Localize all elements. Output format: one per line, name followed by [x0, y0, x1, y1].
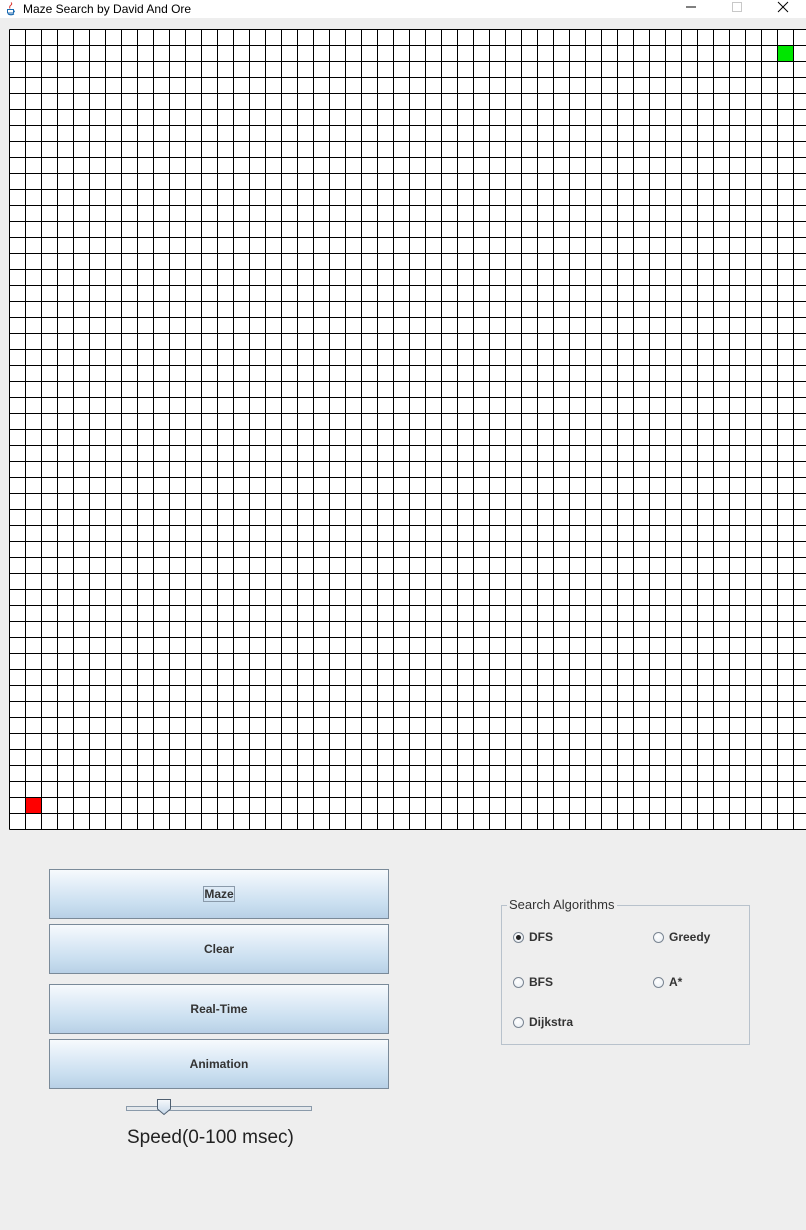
maze-grid[interactable] — [9, 29, 806, 830]
maze-canvas[interactable] — [9, 29, 806, 830]
radio-greedy-indicator[interactable] — [653, 931, 664, 943]
search-algorithms-title: Search Algorithms — [507, 897, 617, 912]
radio-astar-label: A* — [669, 975, 683, 989]
speed-label: Speed(0-100 msec) — [127, 1127, 294, 1148]
radio-astar-indicator[interactable] — [653, 976, 664, 988]
radio-dfs[interactable]: DFS — [513, 930, 553, 944]
clear-button-label: Clear — [203, 942, 235, 956]
speed-slider-track[interactable] — [126, 1106, 312, 1111]
start-cell[interactable] — [25, 797, 41, 813]
maze-button-label: Maze — [203, 886, 235, 902]
radio-dijkstra[interactable]: Dijkstra — [513, 1015, 573, 1029]
radio-astar[interactable]: A* — [653, 975, 682, 989]
radio-greedy-label: Greedy — [669, 930, 711, 944]
realtime-button[interactable]: Real-Time — [49, 984, 389, 1034]
radio-dijkstra-label: Dijkstra — [529, 1015, 574, 1029]
goal-cell[interactable] — [777, 45, 793, 61]
speed-slider-thumb[interactable] — [156, 1098, 172, 1116]
radio-greedy[interactable]: Greedy — [653, 930, 710, 944]
speed-slider[interactable] — [126, 1098, 312, 1118]
radio-dfs-label: DFS — [529, 930, 553, 944]
radio-bfs-label: BFS — [529, 975, 553, 989]
animation-button-label: Animation — [189, 1057, 249, 1071]
realtime-button-label: Real-Time — [190, 1002, 248, 1016]
close-icon[interactable] — [760, 0, 806, 14]
radio-bfs-indicator[interactable] — [513, 976, 524, 988]
java-app-icon — [4, 2, 18, 16]
window-title: Maze Search by David And Ore — [23, 2, 192, 16]
clear-button[interactable]: Clear — [49, 924, 389, 974]
maze-button[interactable]: Maze — [49, 869, 389, 919]
window-controls — [668, 0, 806, 14]
title-bar: Maze Search by David And Ore — [0, 0, 806, 18]
radio-dijkstra-indicator[interactable] — [513, 1016, 524, 1028]
radio-dfs-indicator[interactable] — [513, 931, 524, 943]
minimize-icon[interactable] — [668, 0, 714, 14]
animation-button[interactable]: Animation — [49, 1039, 389, 1089]
search-algorithms-panel: Search Algorithms DFS Greedy BFS A* Dijk… — [501, 897, 750, 1045]
maximize-icon[interactable] — [714, 0, 760, 14]
radio-bfs[interactable]: BFS — [513, 975, 553, 989]
